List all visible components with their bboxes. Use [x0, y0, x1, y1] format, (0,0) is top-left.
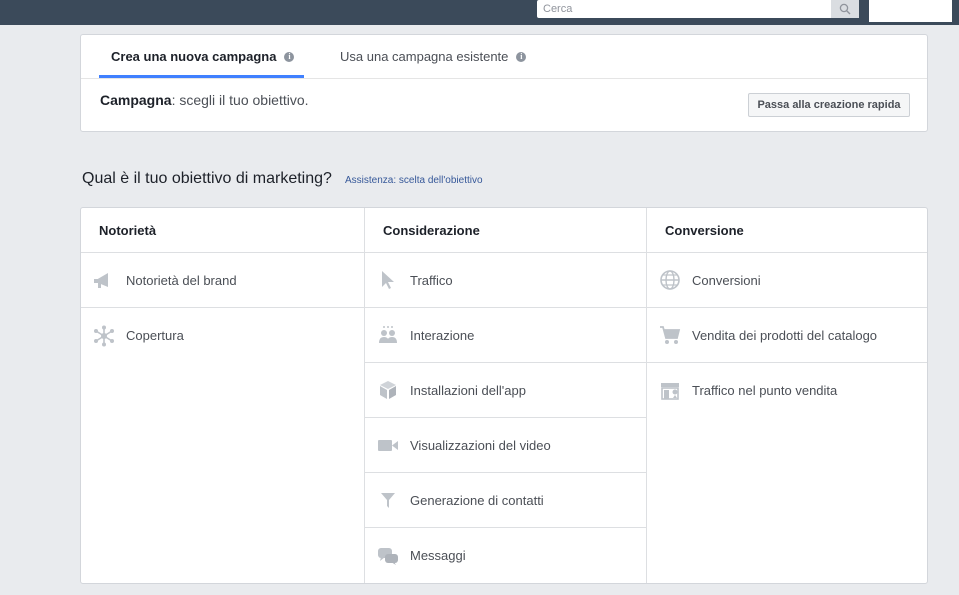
column-conversion: Conversione Conversioni Vendita dei prod… — [646, 208, 927, 583]
box-icon — [377, 379, 399, 401]
objective-video-views[interactable]: Visualizzazioni del video — [365, 418, 646, 473]
objective-store-traffic[interactable]: Traffico nel punto vendita — [647, 363, 927, 418]
objective-label: Interazione — [410, 327, 475, 343]
campaign-label: Campagna: scegli il tuo obiettivo. — [100, 92, 309, 108]
campaign-label-bold: Campagna — [100, 92, 172, 108]
objective-question: Qual è il tuo obiettivo di marketing? — [82, 170, 332, 187]
objective-lead-generation[interactable]: Generazione di contatti — [365, 473, 646, 528]
objective-label: Visualizzazioni del video — [410, 437, 551, 453]
megaphone-icon — [93, 269, 115, 291]
campaign-card: Crea una nuova campagna i Usa una campag… — [80, 34, 928, 132]
globe-icon — [659, 269, 681, 291]
column-header: Notorietà — [81, 208, 364, 253]
column-awareness: Notorietà Notorietà del brand Copertura — [81, 208, 364, 583]
objective-help-link[interactable]: Assistenza: scelta dell'obiettivo — [345, 175, 483, 186]
video-icon — [377, 434, 399, 456]
info-icon[interactable]: i — [284, 51, 295, 62]
funnel-icon — [377, 489, 399, 511]
column-consideration: Considerazione Traffico Interazione Inst… — [364, 208, 646, 583]
objective-label: Traffico — [410, 272, 453, 288]
info-icon[interactable]: i — [516, 51, 527, 62]
people-icon — [377, 324, 399, 346]
quick-creation-button[interactable]: Passa alla creazione rapida — [748, 93, 910, 117]
search-input[interactable] — [537, 0, 831, 18]
objective-label: Traffico nel punto vendita — [692, 383, 838, 398]
objective-messages[interactable]: Messaggi — [365, 528, 646, 583]
objective-grid: Notorietà Notorietà del brand Copertura … — [80, 207, 928, 584]
objective-brand-awareness[interactable]: Notorietà del brand — [81, 253, 364, 308]
objective-label: Messaggi — [410, 548, 466, 563]
chat-icon — [377, 545, 399, 567]
tab-new-campaign[interactable]: Crea una nuova campagna i — [99, 35, 304, 78]
cursor-icon — [377, 269, 399, 291]
tab-new-campaign-label: Crea una nuova campagna — [111, 49, 277, 64]
objective-label: Copertura — [126, 328, 184, 343]
search-icon — [839, 3, 851, 15]
search-box[interactable] — [537, 0, 859, 18]
reach-icon — [93, 325, 115, 347]
objective-engagement[interactable]: Interazione — [365, 308, 646, 363]
objective-reach[interactable]: Copertura — [81, 308, 364, 363]
search-button[interactable] — [831, 0, 859, 18]
top-bar — [0, 0, 959, 25]
objective-label: Installazioni dell'app — [410, 382, 526, 398]
objective-label: Conversioni — [692, 272, 761, 288]
campaign-label-rest: : scegli il tuo obiettivo. — [171, 92, 309, 108]
top-account-area[interactable] — [869, 0, 952, 22]
objective-label: Generazione di contatti — [410, 492, 544, 508]
objective-app-installs[interactable]: Installazioni dell'app — [365, 363, 646, 418]
store-icon — [659, 380, 681, 402]
column-header: Considerazione — [365, 208, 646, 253]
objective-label: Vendita dei prodotti del catalogo — [692, 327, 878, 343]
tab-existing-campaign[interactable]: Usa una campagna esistente i — [340, 35, 527, 78]
column-header: Conversione — [647, 208, 927, 253]
objective-traffic[interactable]: Traffico — [365, 253, 646, 308]
cart-icon — [659, 324, 681, 346]
objective-conversions[interactable]: Conversioni — [647, 253, 927, 308]
objective-label: Notorietà del brand — [126, 272, 237, 288]
tab-divider — [81, 78, 927, 79]
tab-existing-campaign-label: Usa una campagna esistente — [340, 49, 509, 64]
objective-catalog-sales[interactable]: Vendita dei prodotti del catalogo — [647, 308, 927, 363]
